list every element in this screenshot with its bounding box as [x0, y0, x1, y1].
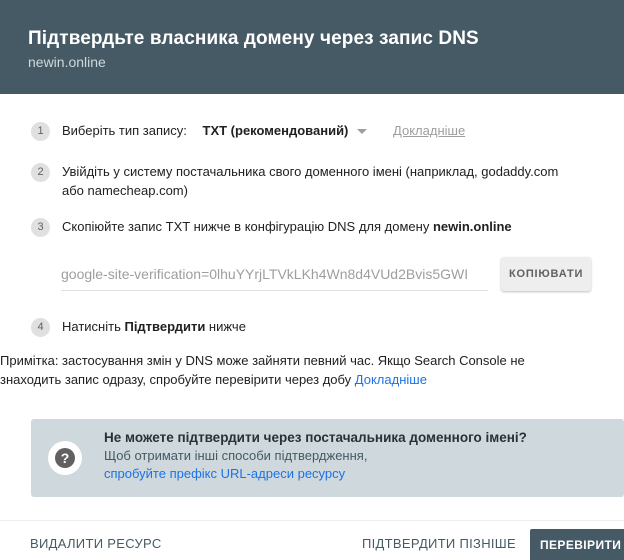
domain-name: newin.online [432, 219, 512, 234]
step-number: 3 [31, 218, 50, 237]
learn-more-link[interactable]: Докладніше [393, 123, 465, 138]
question-icon: ? [55, 448, 75, 468]
step-4: 4 Натисніть Підтвердити нижче [31, 317, 246, 337]
step-4-text-before: Натисніть [62, 319, 125, 334]
dns-note: Примітка: застосування змін у DNS може з… [0, 351, 620, 389]
step-4-text-after: нижче [205, 319, 246, 334]
step-number: 1 [31, 122, 50, 141]
note-learn-more-link[interactable]: Докладніше [355, 372, 427, 387]
txt-record-row: google-site-verification=0lhuYYrjLTVkLKh… [61, 257, 591, 291]
step-text: Виберіть тип запису: TXT (рекомендований… [62, 121, 465, 140]
alternative-method-box: ? Не можете підтвердити через постачальн… [31, 419, 624, 497]
step-3-text: Скопіюйте запис TXT нижче в конфігурацію… [62, 219, 433, 234]
note-line-2: знаходить запис одразу, спробуйте переві… [0, 370, 620, 389]
delete-property-button[interactable]: ВИДАЛИТИ РЕСУРС [30, 536, 162, 551]
step-text: Натисніть Підтвердити нижче [62, 317, 246, 336]
url-prefix-link[interactable]: спробуйте префікс URL-адреси ресурсу [104, 465, 527, 483]
step-2-line-2: або namecheap.com) [62, 183, 188, 198]
dialog-title: Підтвердьте власника домену через запис … [28, 28, 479, 49]
dialog-header: Підтвердьте власника домену через запис … [0, 0, 624, 94]
verify-button[interactable]: ПЕРЕВІРИТИ [530, 529, 624, 560]
note-line-1: Примітка: застосування змін у DNS може з… [0, 353, 525, 368]
domain-subtitle: newin.online [28, 54, 106, 70]
note-line-2-text: знаходить запис одразу, спробуйте переві… [0, 372, 355, 387]
step-3: 3 Скопіюйте запис TXT нижче в конфігурац… [31, 217, 512, 237]
step-2-line-1: Увійдіть у систему постачальника свого д… [62, 164, 559, 179]
step-1: 1 Виберіть тип запису: TXT (рекомендован… [31, 121, 465, 141]
txt-record-value[interactable]: google-site-verification=0lhuYYrjLTVkLKh… [61, 258, 489, 291]
copy-button[interactable]: КОПІЮВАТИ [501, 257, 591, 291]
info-text: Не можете підтвердити через постачальник… [104, 429, 527, 483]
info-body: Щоб отримати інші способи підтвердження, [104, 448, 368, 463]
record-type-select[interactable]: TXT (рекомендований) [203, 121, 368, 140]
info-title: Не можете підтвердити через постачальник… [104, 430, 527, 445]
help-badge: ? [48, 441, 82, 475]
step-1-label: Виберіть тип запису: [62, 123, 187, 138]
verify-later-button[interactable]: ПІДТВЕРДИТИ ПІЗНІШЕ [362, 536, 516, 551]
step-text: Увійдіть у систему постачальника свого д… [62, 162, 558, 200]
step-4-bold: Підтвердити [124, 319, 206, 334]
dialog-footer: ВИДАЛИТИ РЕСУРС ПІДТВЕРДИТИ ПІЗНІШЕ ПЕРЕ… [0, 520, 624, 560]
step-number: 2 [31, 163, 50, 182]
step-text: Скопіюйте запис TXT нижче в конфігурацію… [62, 217, 512, 236]
chevron-down-icon [357, 128, 368, 134]
step-number: 4 [31, 318, 50, 337]
record-type-value: TXT (рекомендований) [202, 123, 349, 138]
step-2: 2 Увійдіть у систему постачальника свого… [31, 162, 558, 200]
